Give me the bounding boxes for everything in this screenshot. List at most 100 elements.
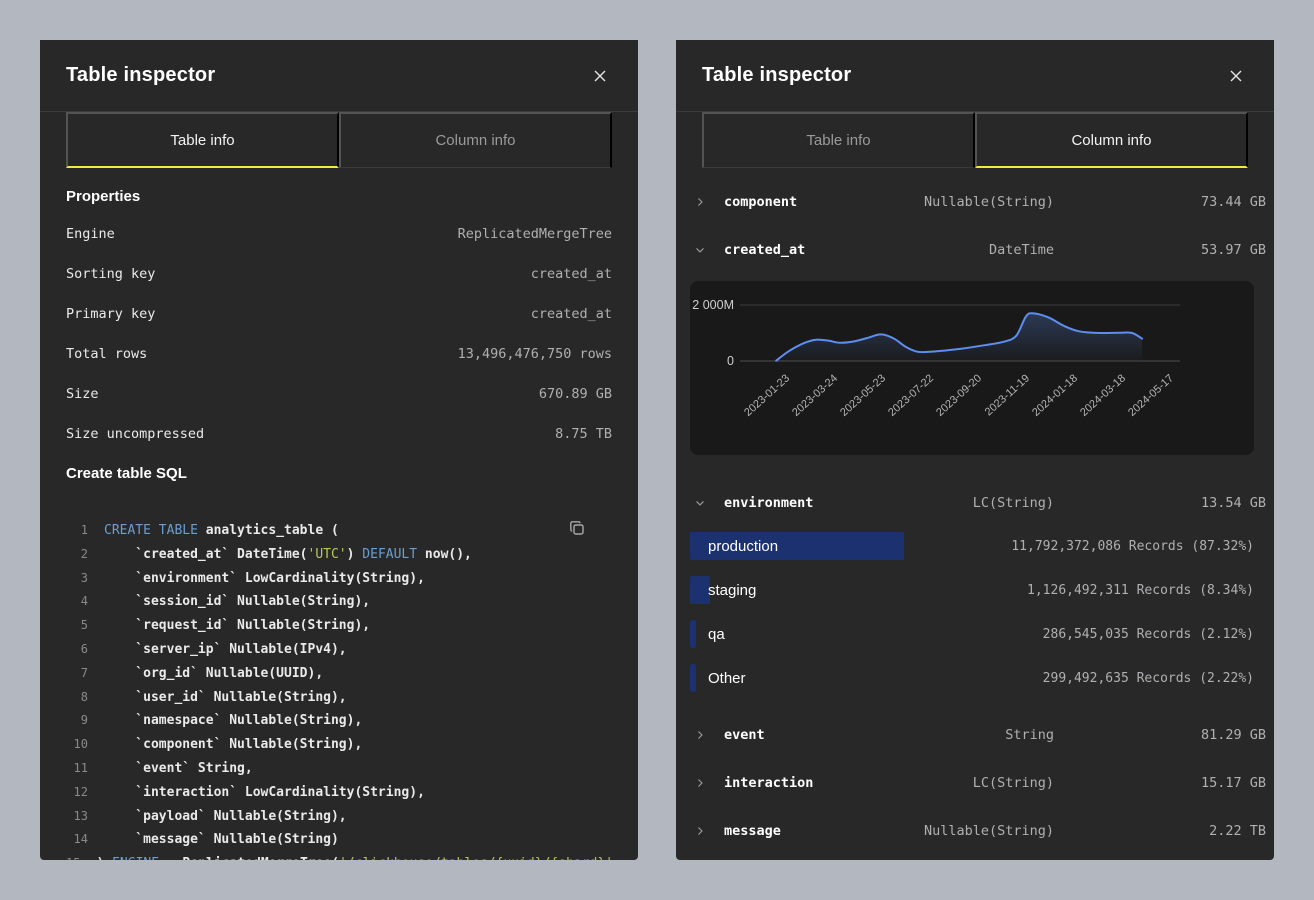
env-value-records: 11,792,372,086 Records (87.32%) (1011, 539, 1254, 554)
env-bar-wrap: production (690, 532, 1011, 560)
column-row-environment[interactable]: environment LC(String) 13.54 GB (676, 479, 1274, 527)
env-value-records: 286,545,035 Records (2.12%) (1043, 627, 1254, 642)
svg-text:2023-01-23: 2023-01-23 (742, 372, 792, 419)
modal-header: Table inspector (40, 40, 638, 112)
property-value: created_at (531, 306, 612, 322)
tab-table-info[interactable]: Table info (66, 112, 339, 168)
property-row: Total rows 13,496,476,750 rows (66, 345, 612, 363)
property-value: 670.89 GB (539, 386, 612, 402)
env-value-records: 299,492,635 Records (2.22%) (1043, 671, 1254, 686)
column-type: DateTime (884, 242, 1054, 258)
properties-heading: Properties (66, 188, 612, 206)
env-bar-wrap: staging (690, 576, 1027, 604)
column-type: Nullable(String) (884, 823, 1054, 839)
close-button[interactable] (588, 64, 612, 88)
env-value-row-staging: staging 1,126,492,311 Records (8.34%) (676, 568, 1274, 612)
column-name: component (724, 194, 884, 210)
env-value-row-qa: qa 286,545,035 Records (2.12%) (676, 612, 1274, 656)
column-size: 73.44 GB (1054, 194, 1266, 210)
svg-text:2024-01-18: 2024-01-18 (1030, 372, 1080, 419)
column-row-component[interactable]: component Nullable(String) 73.44 GB (676, 178, 1274, 226)
column-name: event (724, 727, 884, 743)
column-type: Nullable(String) (884, 194, 1054, 210)
chevron-down-icon (692, 495, 708, 511)
create-table-sql-heading: Create table SQL (66, 465, 612, 483)
chart-x-axis-labels: 2023-01-232023-03-242023-05-232023-07-22… (742, 372, 1176, 419)
column-size: 2.22 TB (1054, 823, 1266, 839)
column-name: created_at (724, 242, 884, 258)
property-label: Size (66, 386, 99, 402)
svg-text:2023-03-24: 2023-03-24 (790, 372, 840, 419)
property-label: Primary key (66, 306, 155, 322)
env-value-row-production: production 11,792,372,086 Records (87.32… (676, 524, 1274, 568)
column-name: interaction (724, 775, 884, 791)
tab-bar: Table info Column info (66, 112, 612, 168)
property-value: 8.75 TB (555, 426, 612, 442)
column-name: message (724, 823, 884, 839)
property-value: 13,496,476,750 rows (458, 346, 612, 362)
chevron-right-icon (692, 823, 708, 839)
svg-text:2023-05-23: 2023-05-23 (838, 372, 888, 419)
property-value: created_at (531, 266, 612, 282)
sql-code-lines: 1CREATE TABLE analytics_table (2 `create… (66, 519, 612, 860)
column-name: environment (724, 495, 884, 511)
svg-text:2023-11-19: 2023-11-19 (983, 372, 1032, 418)
env-value-label: staging (690, 582, 756, 599)
column-type: String (884, 727, 1054, 743)
svg-text:2024-03-18: 2024-03-18 (1078, 372, 1128, 419)
column-row-event[interactable]: event String 81.29 GB (676, 711, 1274, 759)
svg-text:2023-07-22: 2023-07-22 (886, 372, 936, 419)
copy-icon (568, 519, 586, 537)
env-value-records: 1,126,492,311 Records (8.34%) (1027, 583, 1254, 598)
chart-area-fill (776, 313, 1142, 361)
chevron-right-icon (692, 727, 708, 743)
column-row-interaction[interactable]: interaction LC(String) 15.17 GB (676, 759, 1274, 807)
env-value-label: Other (690, 670, 746, 687)
column-row-message[interactable]: message Nullable(String) 2.22 TB (676, 807, 1274, 855)
modal-header: Table inspector (676, 40, 1274, 112)
tab-bar: Table info Column info (702, 112, 1248, 168)
table-inspector-modal-column-info: Table inspector Table info Column info c… (676, 40, 1274, 860)
close-icon (1228, 68, 1244, 84)
svg-text:2024-05-17: 2024-05-17 (1126, 372, 1176, 419)
column-size: 53.97 GB (1054, 242, 1266, 258)
property-row: Sorting key created_at (66, 265, 612, 283)
tab-table-info[interactable]: Table info (702, 112, 975, 168)
column-row-created-at[interactable]: created_at DateTime 53.97 GB (676, 226, 1274, 274)
column-size: 81.29 GB (1054, 727, 1266, 743)
property-label: Engine (66, 226, 115, 242)
svg-text:0: 0 (727, 354, 734, 368)
property-value: ReplicatedMergeTree (458, 226, 612, 242)
modal-title: Table inspector (66, 64, 215, 87)
env-bar-wrap: Other (690, 664, 1043, 692)
sql-code-block: 1CREATE TABLE analytics_table (2 `create… (66, 519, 612, 860)
property-row: Size uncompressed 8.75 TB (66, 425, 612, 443)
svg-text:2023-09-20: 2023-09-20 (934, 372, 984, 419)
column-list: component Nullable(String) 73.44 GB crea… (676, 168, 1274, 855)
close-button[interactable] (1224, 64, 1248, 88)
env-value-label: production (690, 538, 778, 555)
property-row: Engine ReplicatedMergeTree (66, 225, 612, 243)
chevron-right-icon (692, 194, 708, 210)
close-icon (592, 68, 608, 84)
property-label: Sorting key (66, 266, 155, 282)
property-row: Size 670.89 GB (66, 385, 612, 403)
chart-y-axis-labels: 0 2 000M (692, 298, 734, 368)
chevron-down-icon (692, 242, 708, 258)
modal-title: Table inspector (702, 64, 851, 87)
tab-column-info[interactable]: Column info (975, 112, 1248, 168)
env-value-row-other: Other 299,492,635 Records (2.22%) (676, 656, 1274, 700)
column-type: LC(String) (884, 775, 1054, 791)
svg-text:2 000M: 2 000M (692, 298, 734, 312)
env-value-label: qa (690, 626, 725, 643)
table-inspector-modal-table-info: Table inspector Table info Column info P… (40, 40, 638, 860)
column-size: 13.54 GB (1054, 495, 1266, 511)
chevron-right-icon (692, 775, 708, 791)
property-label: Size uncompressed (66, 426, 204, 442)
copy-button[interactable] (567, 519, 587, 539)
column-size: 15.17 GB (1054, 775, 1266, 791)
column-type: LC(String) (884, 495, 1054, 511)
property-label: Total rows (66, 346, 147, 362)
property-row: Primary key created_at (66, 305, 612, 323)
tab-column-info[interactable]: Column info (339, 112, 612, 168)
